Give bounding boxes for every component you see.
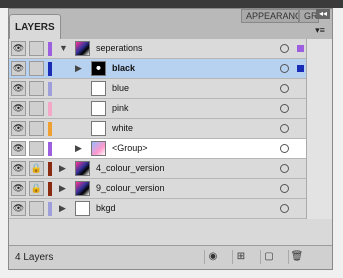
expand-triangle-icon[interactable]: ▶	[59, 183, 66, 194]
lock-toggle-icon[interactable]: 🔒	[29, 181, 44, 196]
lock-toggle-icon[interactable]	[29, 201, 44, 216]
layer-color-swatch	[48, 182, 52, 196]
layer-row[interactable]: 👁 🔒 ▶ 4_colour_version	[9, 159, 306, 179]
layers-panel: LAYERS APPEARANCE GRA ◂◂ ▾≡ 👁 ▼ seperation…	[8, 8, 333, 270]
layer-thumbnail	[91, 81, 106, 96]
expand-triangle-icon[interactable]: ▶	[59, 203, 66, 214]
layer-row[interactable]: 👁 ▶ black	[9, 59, 306, 79]
layer-name[interactable]: pink	[112, 103, 129, 113]
make-clipping-mask-icon[interactable]: ◉	[204, 250, 221, 264]
lock-toggle-icon[interactable]	[29, 61, 44, 76]
layer-list: 👁 ▼ seperations 👁 ▶ black 👁 blue 👁 pink 👁 white 👁 ▶ <G…	[9, 39, 306, 219]
layer-color-swatch	[48, 42, 52, 56]
panel-footer: 4 Layers ◉ ⊞ ▢ 🗑	[9, 245, 332, 269]
layer-thumbnail	[75, 161, 90, 176]
visibility-eye-icon[interactable]: 👁	[11, 181, 26, 196]
new-layer-icon[interactable]: ▢	[260, 250, 277, 264]
target-circle-icon[interactable]	[280, 64, 289, 73]
visibility-eye-icon[interactable]: 👁	[11, 41, 26, 56]
visibility-eye-icon[interactable]: 👁	[11, 141, 26, 156]
layer-row[interactable]: 👁 pink	[9, 99, 306, 119]
target-circle-icon[interactable]	[280, 124, 289, 133]
collapse-panel-icon[interactable]: ◂◂	[316, 9, 330, 19]
layer-row[interactable]: 👁 white	[9, 119, 306, 139]
tab-bar: LAYERS APPEARANCE GRA ◂◂ ▾≡	[9, 9, 332, 40]
layer-row[interactable]: 👁 ▶ bkgd	[9, 199, 306, 219]
tab-appearance[interactable]: APPEARANCE	[241, 9, 299, 23]
layer-name[interactable]: black	[112, 63, 135, 73]
layer-color-swatch	[48, 62, 52, 76]
scrollbar[interactable]	[306, 39, 332, 219]
target-circle-icon[interactable]	[280, 44, 289, 53]
visibility-eye-icon[interactable]: 👁	[11, 81, 26, 96]
layer-thumbnail	[91, 141, 106, 156]
target-circle-icon[interactable]	[280, 84, 289, 93]
selection-indicator-icon[interactable]	[297, 65, 304, 72]
expand-triangle-icon[interactable]: ▶	[75, 143, 82, 154]
layer-name[interactable]: 4_colour_version	[96, 163, 165, 173]
expand-triangle-icon[interactable]: ▶	[75, 63, 82, 74]
layer-thumbnail	[75, 181, 90, 196]
expand-triangle-icon[interactable]: ▶	[59, 163, 66, 174]
lock-toggle-icon[interactable]: 🔒	[29, 161, 44, 176]
layer-name[interactable]: <Group>	[112, 143, 148, 153]
lock-toggle-icon[interactable]	[29, 101, 44, 116]
layer-name[interactable]: seperations	[96, 43, 143, 53]
layer-row[interactable]: 👁 blue	[9, 79, 306, 99]
layer-name[interactable]: blue	[112, 83, 129, 93]
delete-layer-icon[interactable]: 🗑	[288, 250, 305, 264]
target-circle-icon[interactable]	[280, 164, 289, 173]
visibility-eye-icon[interactable]: 👁	[11, 101, 26, 116]
new-sublayer-icon[interactable]: ⊞	[232, 250, 249, 264]
target-circle-icon[interactable]	[280, 104, 289, 113]
layer-thumbnail	[91, 101, 106, 116]
selection-indicator-icon[interactable]	[297, 45, 304, 52]
layer-thumbnail	[75, 41, 90, 56]
layer-name[interactable]: white	[112, 123, 133, 133]
layer-color-swatch	[48, 82, 52, 96]
layer-name[interactable]: 9_colour_version	[96, 183, 165, 193]
visibility-eye-icon[interactable]: 👁	[11, 161, 26, 176]
layer-name[interactable]: bkgd	[96, 203, 116, 213]
target-circle-icon[interactable]	[280, 144, 289, 153]
visibility-eye-icon[interactable]: 👁	[11, 121, 26, 136]
layer-thumbnail	[91, 121, 106, 136]
tab-layers[interactable]: LAYERS	[9, 14, 61, 39]
title-strip	[0, 0, 343, 8]
collapse-triangle-icon[interactable]: ▼	[59, 43, 68, 53]
lock-toggle-icon[interactable]	[29, 41, 44, 56]
layer-row[interactable]: 👁 ▼ seperations	[9, 39, 306, 59]
layer-color-swatch	[48, 102, 52, 116]
target-circle-icon[interactable]	[280, 184, 289, 193]
lock-toggle-icon[interactable]	[29, 121, 44, 136]
lock-toggle-icon[interactable]	[29, 81, 44, 96]
lock-toggle-icon[interactable]	[29, 141, 44, 156]
layer-thumbnail	[75, 201, 90, 216]
layer-row[interactable]: 👁 ▶ <Group>	[9, 139, 306, 159]
layer-row[interactable]: 👁 🔒 ▶ 9_colour_version	[9, 179, 306, 199]
layer-color-swatch	[48, 162, 52, 176]
layer-color-swatch	[48, 202, 52, 216]
layer-color-swatch	[48, 142, 52, 156]
layer-thumbnail	[91, 61, 106, 76]
layer-color-swatch	[48, 122, 52, 136]
layer-count: 4 Layers	[15, 252, 54, 263]
target-circle-icon[interactable]	[280, 204, 289, 213]
visibility-eye-icon[interactable]: 👁	[11, 61, 26, 76]
panel-menu-icon[interactable]: ▾≡	[312, 25, 328, 35]
visibility-eye-icon[interactable]: 👁	[11, 201, 26, 216]
